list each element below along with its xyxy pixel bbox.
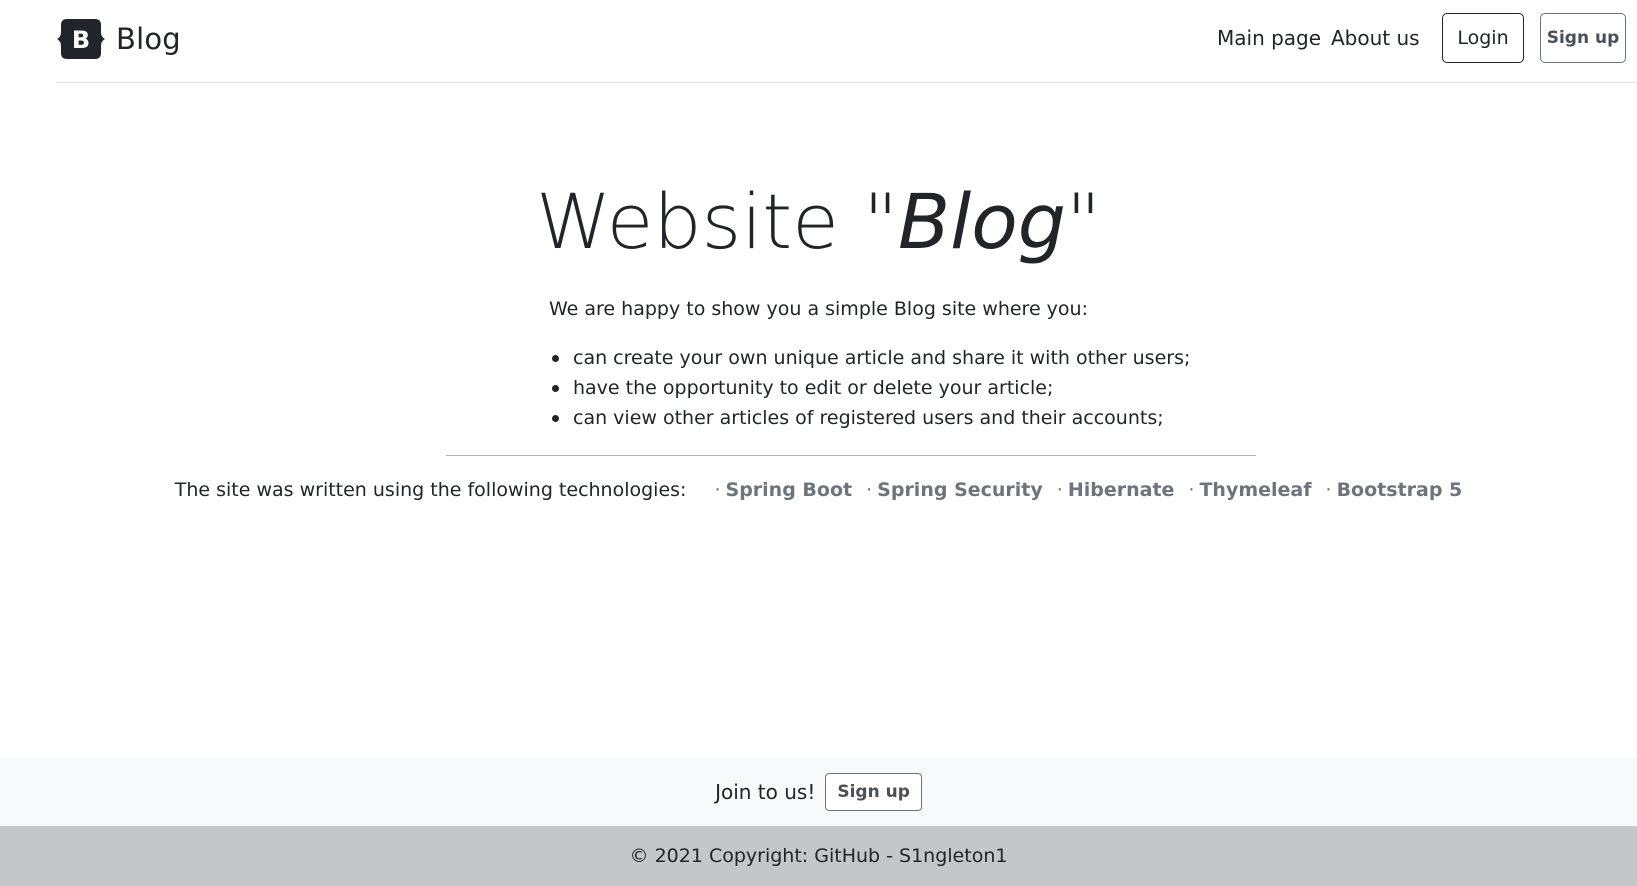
bullet-dot: · [1325,479,1332,501]
tech-label: Bootstrap 5 [1336,479,1463,501]
tech-label: Hibernate [1067,479,1175,501]
navbar: B Blog Main page About us Login Sign up [56,0,1637,83]
feature-list: can create your own unique article and s… [552,343,1190,433]
feature-item: have the opportunity to edit or delete y… [552,373,1190,403]
footer: © 2021 Copyright: GitHub - S1ngleton1 [0,826,1637,886]
feature-item: can view other articles of registered us… [552,403,1190,433]
tech-spring-boot[interactable]: · Spring Boot [714,479,852,501]
join-signup-button[interactable]: Sign up [825,773,922,811]
brand-link[interactable]: B Blog [56,17,181,61]
title-prefix: Website " [535,177,899,266]
technologies-row: The site was written using the following… [0,479,1637,501]
brand-text: Blog [116,22,181,56]
divider [446,455,1256,456]
signup-button[interactable]: Sign up [1540,13,1626,63]
tech-bootstrap-5[interactable]: · Bootstrap 5 [1326,479,1463,501]
tech-hibernate[interactable]: · Hibernate [1057,479,1175,501]
title-suffix: " [1066,177,1102,266]
join-band: Join to us! Sign up [0,758,1637,826]
svg-text:B: B [72,26,90,54]
copyright-text: © 2021 Copyright: GitHub - S1ngleton1 [629,845,1008,867]
nav-main-page[interactable]: Main page [1217,26,1321,50]
bullet-dot: · [1056,479,1063,501]
bullet-dot: · [714,479,721,501]
page-title: Website "Blog" [0,172,1637,272]
lead-text: We are happy to show you a simple Blog s… [548,298,1088,320]
feature-item: can create your own unique article and s… [552,343,1190,373]
tech-label: Spring Security [877,479,1043,501]
tech-thymeleaf[interactable]: · Thymeleaf [1188,479,1311,501]
tech-spring-security[interactable]: · Spring Security [866,479,1043,501]
join-text: Join to us! [715,780,816,804]
bullet-dot: · [866,479,873,501]
login-button[interactable]: Login [1442,13,1524,63]
bootstrap-logo-icon: B [57,19,105,59]
tech-label: Spring Boot [725,479,853,501]
nav-about-us[interactable]: About us [1331,26,1420,50]
technologies-label: The site was written using the following… [174,479,687,501]
title-emphasis: Blog [898,177,1067,266]
tech-label: Thymeleaf [1199,479,1312,501]
page: B Blog Main page About us Login Sign up … [0,0,1637,886]
bullet-dot: · [1188,479,1195,501]
